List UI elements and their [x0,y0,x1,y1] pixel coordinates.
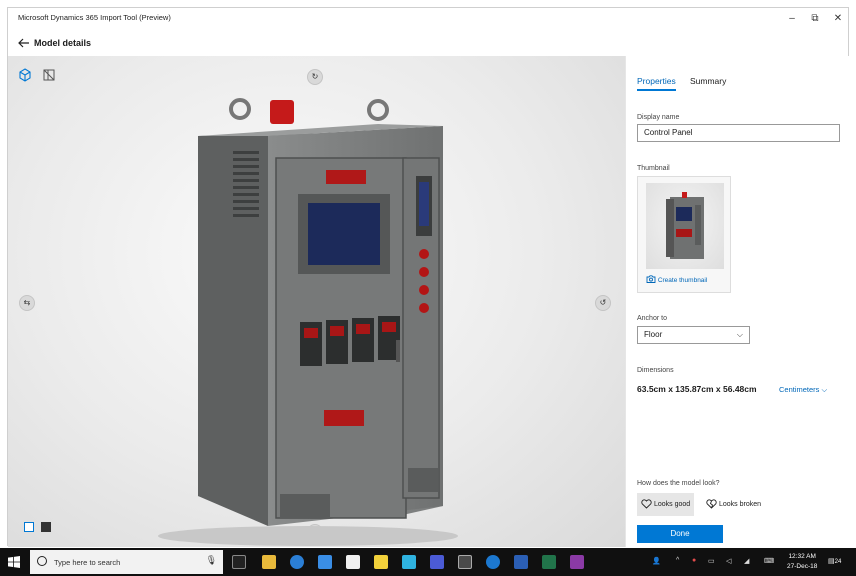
page-title: Model details [34,38,92,48]
tray-app-icon[interactable]: ● [692,557,696,564]
clock-date: 27-Dec-18 [787,563,818,570]
teams-icon[interactable] [430,555,444,569]
volume-icon[interactable]: ◁ [726,557,731,565]
file-explorer-icon[interactable] [262,555,276,569]
people-icon[interactable]: 👤 [652,557,661,565]
system-clock[interactable]: 12:32 AM 27-Dec-18 [787,552,817,572]
control-panel-model [158,98,458,546]
maximize-button[interactable]: ⧉ [807,11,823,27]
create-thumbnail-label: Create thumbnail [657,277,708,284]
units-dropdown[interactable]: Centimeters ⌵ [779,385,827,395]
app-window: Microsoft Dynamics 365 Import Tool (Prev… [7,7,850,547]
internet-explorer-icon[interactable] [486,555,500,569]
thumbnail-card: Create thumbnail [637,176,731,293]
feedback-question: How does the model look? [637,480,720,487]
clock-time: 12:32 AM [788,553,816,560]
windows-start-icon[interactable] [8,556,20,568]
windows-taskbar: Type here to search 🎙 👤 ^ ● ▭ ◁ ◢ ⌨ 12:3… [0,548,856,576]
battery-icon[interactable]: ▭ [708,557,715,565]
page-header: Model details [8,30,848,56]
model-viewport[interactable]: ↻ ⇆ ↺ ↻ [8,56,625,547]
taskbar-search[interactable]: Type here to search 🎙 [30,550,223,574]
title-bar: Microsoft Dynamics 365 Import Tool (Prev… [8,8,848,30]
word-icon[interactable] [514,555,528,569]
properties-panel: Properties Summary Display name Control … [625,56,850,547]
broken-heart-icon [706,499,717,509]
camera-icon [646,275,656,283]
back-arrow-icon[interactable] [18,38,30,48]
wireframe-view-icon[interactable] [42,68,56,82]
import-tool-icon[interactable] [458,555,472,569]
close-button[interactable]: ✕ [830,11,846,27]
rotate-top-icon[interactable]: ↻ [307,69,323,85]
anchor-label: Anchor to [637,315,667,322]
tab-properties[interactable]: Properties [637,76,676,91]
tab-summary[interactable]: Summary [690,76,726,86]
store-icon[interactable] [318,555,332,569]
thumbnail-label: Thumbnail [637,165,670,172]
3d-view-icon[interactable] [18,68,32,82]
window-title: Microsoft Dynamics 365 Import Tool (Prev… [18,13,171,22]
chevron-up-icon[interactable]: ^ [676,557,679,564]
microphone-icon[interactable]: 🎙 [206,555,217,566]
excel-icon[interactable] [542,555,556,569]
dimensions-value: 63.5cm x 135.87cm x 56.48cm [637,384,757,394]
cortana-icon [37,556,47,566]
chevron-down-icon: ⌵ [736,330,743,339]
notification-center-icon[interactable]: ▤24 [828,557,841,565]
looks-good-label: Looks good [654,501,691,508]
done-button[interactable]: Done [637,525,723,543]
rotate-left-icon[interactable]: ⇆ [19,295,35,311]
units-value: Centimeters [779,385,820,394]
minimize-button[interactable]: – [784,11,800,27]
thumbnail-image [646,183,724,269]
light-background-icon[interactable] [24,522,34,532]
display-name-label: Display name [637,114,680,121]
search-placeholder: Type here to search [54,558,121,567]
rotate-right-icon[interactable]: ↺ [595,295,611,311]
onenote-icon[interactable] [570,555,584,569]
sticky-notes-icon[interactable] [374,555,388,569]
dimensions-label: Dimensions [637,367,674,374]
anchor-value: Floor [644,330,663,339]
dark-background-icon[interactable] [41,522,51,532]
network-icon[interactable]: ◢ [744,557,749,565]
looks-broken-label: Looks broken [719,501,762,508]
anchor-dropdown[interactable]: Floor ⌵ [637,326,750,344]
mail-icon[interactable] [346,555,360,569]
create-thumbnail-link[interactable]: Create thumbnail [646,275,707,284]
looks-good-button[interactable]: Looks good [637,493,695,516]
task-view-icon[interactable] [232,555,246,569]
looks-broken-button[interactable]: Looks broken [702,493,765,516]
notification-count: 24 [834,559,842,565]
heart-icon [641,499,652,509]
chevron-down-icon: ⌵ [821,385,828,394]
input-language-icon[interactable]: ⌨ [764,557,774,565]
skype-icon[interactable] [402,555,416,569]
display-name-field[interactable]: Control Panel [637,124,840,142]
edge-browser-icon[interactable] [290,555,304,569]
